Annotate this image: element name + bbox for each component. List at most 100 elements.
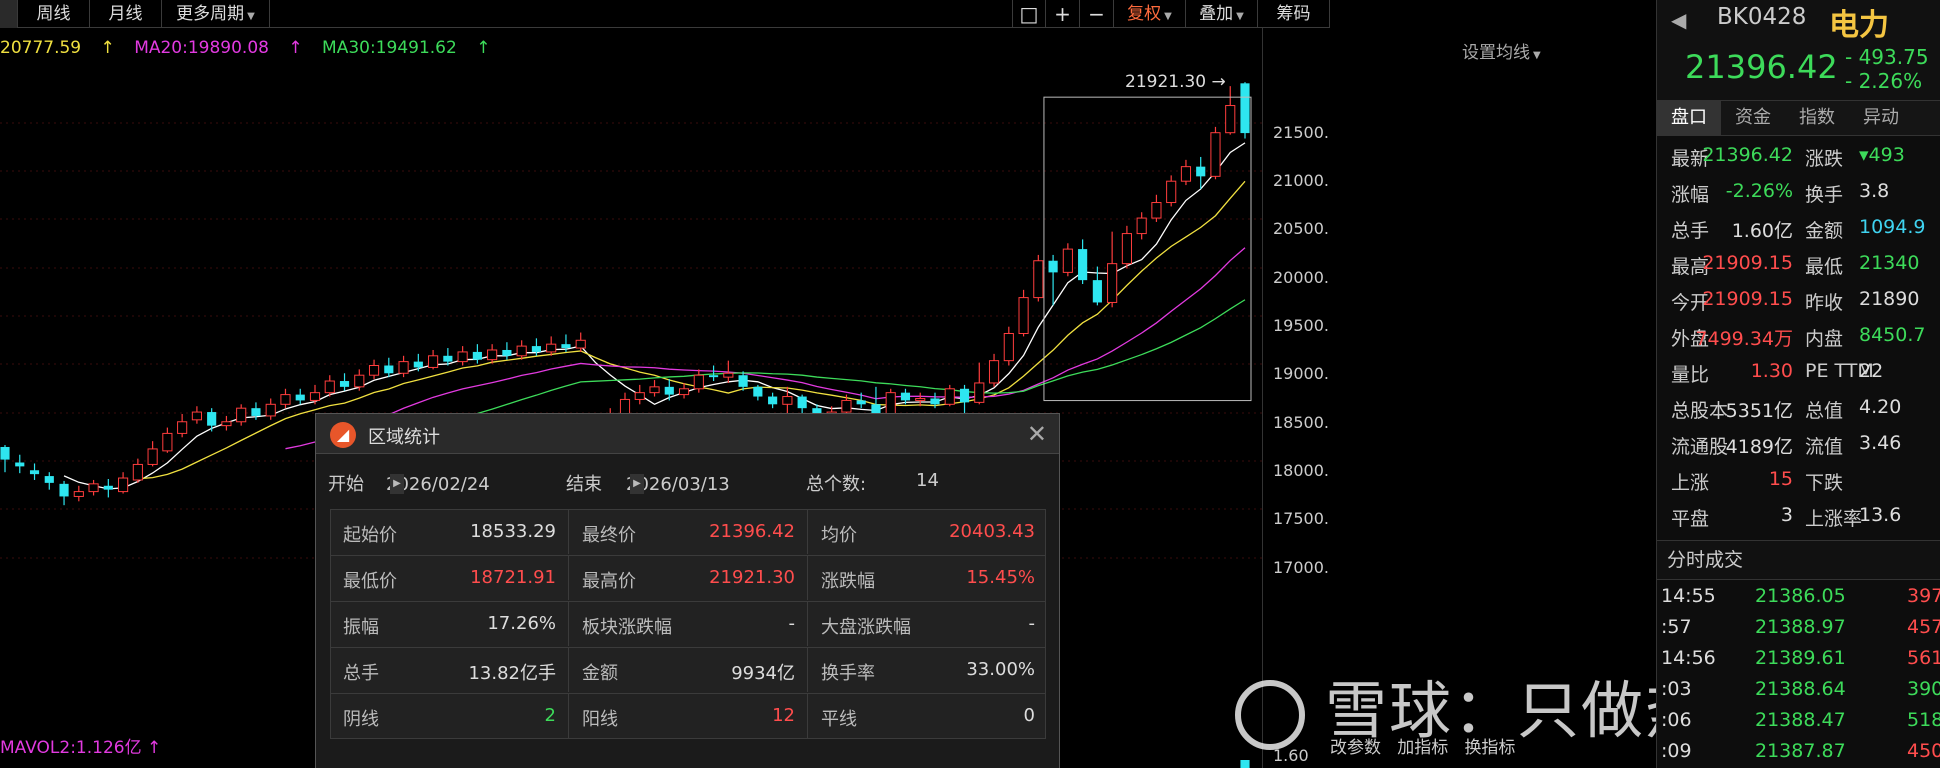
candle[interactable] xyxy=(1078,239,1088,285)
candle[interactable] xyxy=(368,359,380,380)
period-day-tab[interactable] xyxy=(0,0,18,28)
candle[interactable] xyxy=(265,398,276,420)
candle[interactable] xyxy=(944,384,955,407)
candle[interactable] xyxy=(753,384,763,401)
candle[interactable] xyxy=(664,379,674,401)
tab-capital[interactable]: 资金 xyxy=(1721,101,1785,135)
candle-body xyxy=(368,365,380,376)
candle[interactable] xyxy=(428,349,439,370)
stats-cell: 最终价 21396.42 xyxy=(570,510,808,554)
chart-area[interactable]: 周线 月线 更多周期▼ □ + − 复权▼ 叠加▼ 筹码 画线 显示▼简约隐藏 … xyxy=(0,0,1330,768)
candle[interactable] xyxy=(678,382,690,399)
quote-row: 最高 21909.15 最低 21340 xyxy=(1657,246,1940,282)
candle[interactable] xyxy=(1210,126,1221,180)
candle[interactable] xyxy=(457,346,468,366)
candle[interactable] xyxy=(413,353,423,372)
tab-month[interactable]: 月线 xyxy=(90,0,162,28)
candle[interactable] xyxy=(59,480,69,506)
candle[interactable] xyxy=(15,454,25,474)
tab-movement[interactable]: 异动 xyxy=(1849,101,1913,135)
candle[interactable] xyxy=(280,388,291,409)
candle[interactable] xyxy=(1003,326,1014,366)
candle[interactable] xyxy=(1033,254,1044,302)
stats-cell: 总手 13.82亿手 xyxy=(331,648,569,692)
set-ma-button[interactable]: 设置均线 ▼ xyxy=(1462,38,1541,63)
adjust-dropdown[interactable]: 复权 ▼ xyxy=(1114,0,1186,28)
candle[interactable] xyxy=(221,415,232,431)
candle[interactable] xyxy=(339,373,350,391)
candle[interactable] xyxy=(147,441,158,467)
candle[interactable] xyxy=(1180,159,1192,186)
candle-body xyxy=(88,483,99,493)
quote-value: 7499.34万 xyxy=(1695,328,1793,350)
quote-label: 平盘 xyxy=(1671,508,1710,530)
quote-value: 1.60亿 xyxy=(1731,220,1793,242)
tab-week[interactable]: 周线 xyxy=(18,0,90,28)
trade-volume: 561 xyxy=(1907,647,1940,669)
candle[interactable] xyxy=(988,353,1000,387)
candle[interactable] xyxy=(44,472,54,490)
candle[interactable] xyxy=(915,392,926,407)
candle[interactable] xyxy=(1225,86,1236,135)
candle[interactable] xyxy=(384,357,394,378)
candle[interactable] xyxy=(1136,212,1147,240)
next-arrow-icon[interactable]: ▶ xyxy=(630,474,644,494)
candle[interactable] xyxy=(1048,254,1058,306)
candle[interactable] xyxy=(487,344,498,364)
candle[interactable] xyxy=(103,478,113,498)
candle-body xyxy=(708,375,719,378)
candle-body xyxy=(797,396,807,409)
candle[interactable] xyxy=(207,408,217,432)
candle-body xyxy=(678,388,690,396)
candle[interactable] xyxy=(768,392,778,409)
candle[interactable] xyxy=(132,458,143,483)
candle[interactable] xyxy=(516,340,527,360)
candle[interactable] xyxy=(118,472,129,494)
candle[interactable] xyxy=(472,344,482,364)
candle-body xyxy=(693,374,704,390)
candle-body xyxy=(280,394,291,405)
candle[interactable] xyxy=(309,384,321,405)
chips-button[interactable]: 筹码 xyxy=(1258,0,1330,28)
candle[interactable] xyxy=(295,388,305,405)
candle[interactable] xyxy=(191,406,202,424)
tab-orderbook[interactable]: 盘口 xyxy=(1657,101,1721,135)
candle[interactable] xyxy=(177,414,188,438)
candle[interactable] xyxy=(1240,82,1250,139)
stats-value: 21921.30 xyxy=(709,567,795,588)
candle[interactable] xyxy=(1107,231,1118,308)
lock-icon[interactable]: □ xyxy=(1012,0,1046,28)
candle[interactable] xyxy=(29,463,40,480)
next-arrow-icon[interactable]: ▶ xyxy=(390,474,404,494)
candle[interactable] xyxy=(236,404,247,426)
candle[interactable] xyxy=(1062,243,1073,277)
quote-value: 1.30 xyxy=(1750,360,1793,382)
candle-body xyxy=(1210,132,1221,177)
tab-index[interactable]: 指数 xyxy=(1785,101,1849,135)
candle[interactable] xyxy=(959,384,970,416)
candle[interactable] xyxy=(1151,194,1162,222)
overlay-dropdown[interactable]: 叠加 ▼ xyxy=(1186,0,1258,28)
candle[interactable] xyxy=(1196,156,1206,189)
candle[interactable] xyxy=(974,362,985,405)
close-icon[interactable]: ✕ xyxy=(1027,420,1047,448)
candle[interactable] xyxy=(88,479,99,496)
quote-label: 下跌 xyxy=(1805,472,1844,494)
zoom-out-button[interactable]: − xyxy=(1080,0,1114,28)
candle-body xyxy=(103,485,113,490)
candle[interactable] xyxy=(162,427,173,453)
candle[interactable] xyxy=(73,485,84,502)
candle[interactable] xyxy=(634,384,645,405)
candle-body xyxy=(915,397,926,401)
candle[interactable] xyxy=(1166,175,1177,207)
candle[interactable] xyxy=(502,342,512,360)
candle[interactable] xyxy=(693,369,704,393)
zoom-in-button[interactable]: + xyxy=(1046,0,1080,28)
candle[interactable] xyxy=(0,445,10,473)
back-arrow-icon[interactable]: ◀ xyxy=(1671,8,1686,32)
candle[interactable] xyxy=(1018,289,1029,337)
more-periods-dropdown[interactable]: 更多周期 ▼ xyxy=(162,0,270,28)
candle[interactable] xyxy=(546,336,557,356)
candle[interactable] xyxy=(649,380,660,397)
candle[interactable] xyxy=(1121,225,1132,269)
